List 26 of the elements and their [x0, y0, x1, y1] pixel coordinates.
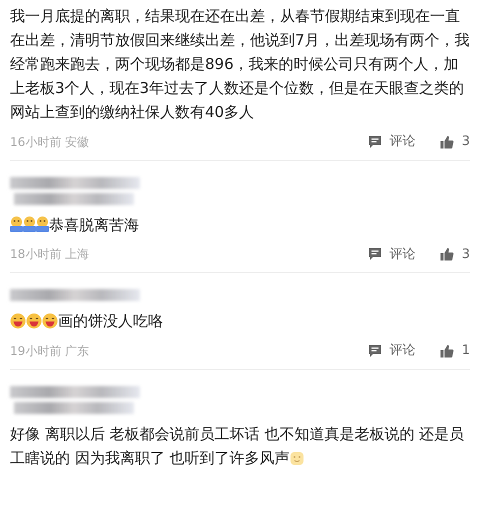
reply-button[interactable]: 评论: [368, 341, 416, 360]
like-button[interactable]: 1: [440, 341, 470, 360]
comment-text: 恭喜脱离苦海: [10, 212, 470, 236]
reply-button[interactable]: 评论: [368, 244, 416, 264]
comment-icon: [368, 134, 382, 149]
reply-button[interactable]: 评论: [368, 132, 416, 152]
comment-text: 画的饼没人吃咯: [10, 309, 470, 333]
emoji-icon: [290, 450, 304, 466]
comment-icon: [368, 247, 382, 262]
comment-text: 我一月底提的离职，结果现在还在出差，从春节假期结束到现在一直在出差，清明节放假回来继续出差，他说到7月，出差现场有两个，我经常跑来跑去，两个现场都是896，我来的时候公司只有两个人，加上老板3个人，现在3年过去了人数还是个位数，但是在天眼查之类的网站上查到的缴纳社保人数有40多人: [10, 6, 470, 123]
comment-icon: [368, 344, 382, 358]
emoji-icon: [10, 216, 23, 232]
comment-meta: 18小时前 上海: [10, 246, 90, 264]
comment-text: 好像 离职以后 老板都会说前员工坏话 也不知道真是老板说的 还是员工瞎说的 因为我离职了 也听到了许多风声: [10, 424, 466, 468]
thumbs-up-icon: [440, 344, 454, 358]
emoji-icon: [42, 313, 58, 329]
comment-meta: 19小时前 广东: [10, 342, 90, 360]
emoji-icon: [36, 216, 49, 232]
emoji-icon: [26, 313, 42, 329]
comment-meta: 16小时前 安徽: [10, 134, 90, 151]
like-button[interactable]: 3: [440, 132, 470, 152]
like-button[interactable]: 3: [440, 244, 470, 264]
thumbs-up-icon: [440, 247, 454, 262]
emoji-icon: [23, 216, 36, 232]
thumbs-up-icon: [440, 134, 454, 149]
emoji-icon: [10, 313, 26, 329]
